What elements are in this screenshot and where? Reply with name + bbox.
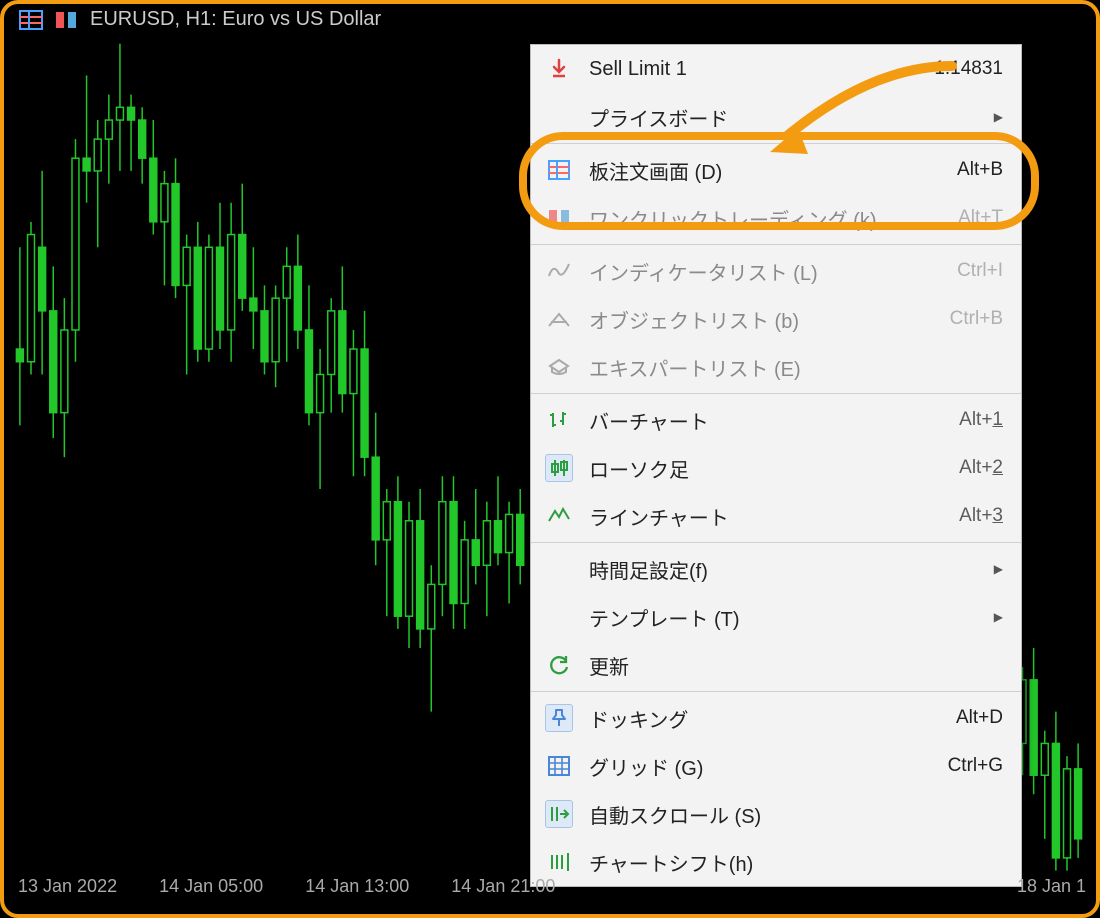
menu-templates-label: テンプレート (T) — [589, 603, 978, 632]
indicator-icon — [545, 257, 573, 285]
one-click-trading-icon — [54, 9, 80, 31]
menu-one-click-trading[interactable]: ワンクリックトレーディング (k) Alt+T — [531, 194, 1021, 242]
depth-of-market-icon — [545, 156, 573, 184]
menu-templates[interactable]: テンプレート (T) ▶ — [531, 593, 1021, 641]
menu-line-label: ラインチャート — [589, 502, 943, 531]
menu-object-shortcut: Ctrl+B — [950, 308, 1003, 330]
menu-chartshift-label: チャートシフト(h) — [589, 848, 1003, 877]
one-click-icon — [545, 204, 573, 232]
menu-autoscroll-label: 自動スクロール (S) — [589, 800, 1003, 829]
menu-candle-label: ローソク足 — [589, 454, 943, 483]
menu-one-click-label: ワンクリックトレーディング (k) — [589, 204, 942, 233]
chart-title-text: EURUSD, H1: Euro vs US Dollar — [90, 8, 381, 31]
menu-expert-label: エキスパートリスト (E) — [589, 353, 1003, 382]
pin-icon — [545, 704, 573, 732]
menu-bar-chart[interactable]: バーチャート Alt+1 — [531, 396, 1021, 444]
menu-docking-shortcut: Alt+D — [956, 707, 1003, 729]
object-list-icon — [545, 305, 573, 333]
menu-indicator-label: インディケータリスト (L) — [589, 257, 941, 286]
line-chart-icon — [545, 502, 573, 530]
blank-icon — [545, 103, 573, 131]
menu-depth-label: 板注文画面 (D) — [589, 156, 941, 185]
menu-timeframes[interactable]: 時間足設定(f) ▶ — [531, 545, 1021, 593]
menu-indicator-shortcut: Ctrl+I — [957, 260, 1003, 282]
bar-chart-icon — [545, 406, 573, 434]
autoscroll-icon — [545, 800, 573, 828]
x-axis-label: 14 Jan 13:00 — [305, 876, 409, 904]
menu-separator — [531, 393, 1021, 394]
blank-icon — [545, 603, 573, 631]
submenu-arrow-icon: ▶ — [994, 610, 1003, 624]
chart-title: EURUSD, H1: Euro vs US Dollar — [18, 8, 381, 31]
menu-object-list[interactable]: オブジェクトリスト (b) Ctrl+B — [531, 295, 1021, 343]
menu-bar-shortcut: Alt+1 — [959, 409, 1003, 431]
menu-docking[interactable]: ドッキング Alt+D — [531, 694, 1021, 742]
candlestick-icon — [545, 454, 573, 482]
menu-expert-list[interactable]: エキスパートリスト (E) — [531, 343, 1021, 391]
menu-sell-limit-label: Sell Limit 1 — [589, 58, 918, 81]
refresh-icon — [545, 651, 573, 679]
menu-separator — [531, 691, 1021, 692]
menu-autoscroll[interactable]: 自動スクロール (S) — [531, 790, 1021, 838]
menu-object-label: オブジェクトリスト (b) — [589, 305, 934, 334]
depth-of-market-icon — [18, 9, 44, 31]
menu-sell-limit[interactable]: Sell Limit 1 1.14831 — [531, 45, 1021, 93]
menu-separator — [531, 542, 1021, 543]
chart-area[interactable]: EURUSD, H1: Euro vs US Dollar Sell Limit… — [0, 0, 1100, 918]
x-axis: 13 Jan 2022 14 Jan 05:00 14 Jan 13:00 14… — [4, 876, 1096, 904]
menu-refresh-label: 更新 — [589, 651, 1003, 680]
menu-depth-of-market[interactable]: 板注文画面 (D) Alt+B — [531, 146, 1021, 194]
menu-grid-shortcut: Ctrl+G — [948, 755, 1003, 777]
x-axis-label: 18 Jan 1 — [1017, 876, 1086, 904]
submenu-arrow-icon: ▶ — [994, 562, 1003, 576]
menu-grid[interactable]: グリッド (G) Ctrl+G — [531, 742, 1021, 790]
menu-one-click-shortcut: Alt+T — [958, 207, 1003, 229]
menu-candle-chart[interactable]: ローソク足 Alt+2 — [531, 444, 1021, 492]
menu-timeframes-label: 時間足設定(f) — [589, 555, 978, 584]
x-axis-label: 14 Jan 21:00 — [451, 876, 555, 904]
menu-bar-label: バーチャート — [589, 406, 943, 435]
menu-sell-limit-price: 1.14831 — [934, 58, 1003, 80]
blank-icon — [545, 555, 573, 583]
menu-price-board-label: プライスボード — [589, 103, 978, 132]
menu-price-board[interactable]: プライスボード ▶ — [531, 93, 1021, 141]
menu-separator — [531, 143, 1021, 144]
menu-docking-label: ドッキング — [589, 704, 940, 733]
x-axis-label: 13 Jan 2022 — [18, 876, 117, 904]
submenu-arrow-icon: ▶ — [994, 110, 1003, 124]
x-axis-label: 14 Jan 05:00 — [159, 876, 263, 904]
menu-candle-shortcut: Alt+2 — [959, 457, 1003, 479]
menu-refresh[interactable]: 更新 — [531, 641, 1021, 689]
down-arrow-icon — [545, 55, 573, 83]
menu-indicator-list[interactable]: インディケータリスト (L) Ctrl+I — [531, 247, 1021, 295]
menu-separator — [531, 244, 1021, 245]
chartshift-icon — [545, 848, 573, 876]
menu-line-chart[interactable]: ラインチャート Alt+3 — [531, 492, 1021, 540]
menu-depth-shortcut: Alt+B — [957, 159, 1003, 181]
context-menu: Sell Limit 1 1.14831 プライスボード ▶ 板注文画面 (D)… — [530, 44, 1022, 887]
menu-grid-label: グリッド (G) — [589, 752, 932, 781]
expert-icon — [545, 353, 573, 381]
grid-icon — [545, 752, 573, 780]
menu-line-shortcut: Alt+3 — [959, 505, 1003, 527]
